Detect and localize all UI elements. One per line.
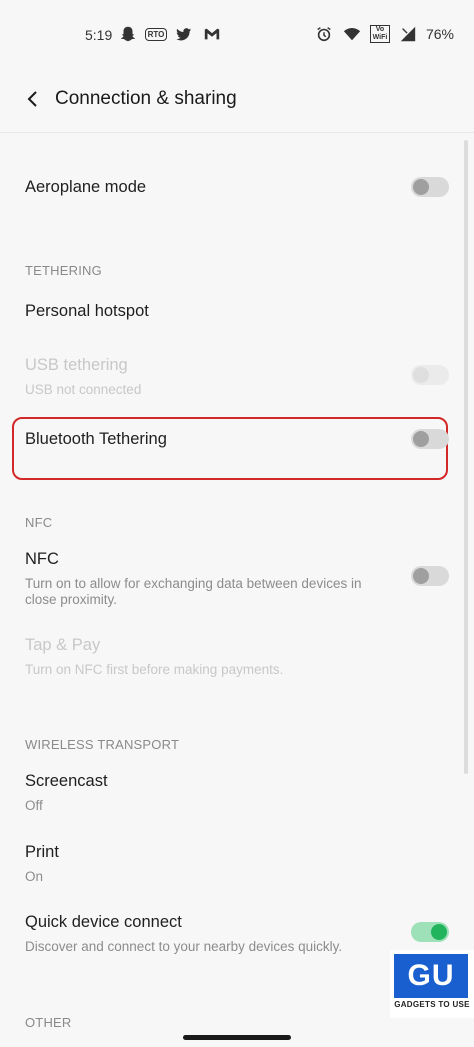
tap-and-pay-subtitle: Turn on NFC first before making payments… (25, 662, 284, 677)
toggle-knob (431, 924, 447, 940)
vowifi-line1: Vo (375, 26, 385, 33)
section-header-nfc: NFC (25, 515, 53, 530)
toggle-knob (413, 179, 429, 195)
notification-icons: RTO (118, 24, 222, 44)
section-header-tethering: TETHERING (25, 263, 102, 278)
bluetooth-tethering-label: Bluetooth Tethering (25, 430, 167, 448)
watermark-caption: GADGETS TO USE (394, 1000, 470, 1009)
aeroplane-mode-label: Aeroplane mode (25, 178, 147, 196)
quick-device-connect-toggle[interactable] (411, 922, 449, 942)
gesture-navigation-bar[interactable] (183, 1035, 291, 1040)
nfc-toggle[interactable] (411, 566, 449, 586)
gmail-icon (202, 24, 222, 44)
alarm-icon (314, 24, 334, 44)
snapchat-icon (118, 24, 138, 44)
section-header-wireless-transport: WIRELESS TRANSPORT (25, 737, 180, 752)
status-time: 5:19 (85, 27, 113, 43)
nfc-label: NFC (25, 550, 59, 568)
rto-icon: RTO (144, 24, 168, 44)
watermark-logo: GU GADGETS TO USE (390, 950, 474, 1018)
battery-percentage: 76% (425, 26, 454, 42)
section-header-other: OTHER (25, 1015, 72, 1030)
tap-and-pay-label: Tap & Pay (25, 636, 101, 654)
page-title: Connection & sharing (55, 88, 237, 109)
screencast-status: Off (25, 798, 43, 813)
app-header: Connection & sharing (0, 70, 474, 130)
toggle-knob (413, 431, 429, 447)
toggle-knob (413, 568, 429, 584)
print-status: On (25, 869, 44, 884)
usb-tethering-subtitle: USB not connected (25, 382, 142, 397)
nfc-subtitle-line1: Turn on to allow for exchanging data bet… (25, 576, 362, 591)
watermark-logo-mark: GU (394, 954, 468, 998)
aeroplane-mode-toggle[interactable] (411, 177, 449, 197)
status-bar: 5:19 RTO Vo WiFi 76% (0, 0, 474, 66)
print-item[interactable]: Print (25, 843, 59, 862)
rto-badge-text: RTO (144, 27, 168, 41)
quick-device-connect-subtitle: Discover and connect to your nearby devi… (25, 939, 343, 954)
vowifi-line2: WiFi (372, 34, 388, 41)
system-icons: Vo WiFi 76% (314, 24, 454, 44)
signal-icon (398, 24, 418, 44)
bluetooth-tethering-toggle[interactable] (411, 429, 449, 449)
wifi-icon (342, 24, 362, 44)
vowifi-icon: Vo WiFi (369, 24, 391, 44)
screencast-item[interactable]: Screencast (25, 772, 108, 791)
quick-device-connect-label: Quick device connect (25, 913, 182, 931)
personal-hotspot-item[interactable]: Personal hotspot (25, 302, 149, 321)
twitter-icon (174, 24, 194, 44)
chevron-left-icon (27, 91, 37, 107)
scrollbar[interactable] (464, 140, 468, 774)
usb-tethering-label: USB tethering (25, 356, 128, 374)
toggle-knob (413, 367, 429, 383)
nfc-subtitle-line2: close proximity. (25, 592, 118, 607)
back-button[interactable] (18, 84, 48, 114)
header-divider (0, 132, 474, 133)
usb-tethering-toggle (411, 365, 449, 385)
